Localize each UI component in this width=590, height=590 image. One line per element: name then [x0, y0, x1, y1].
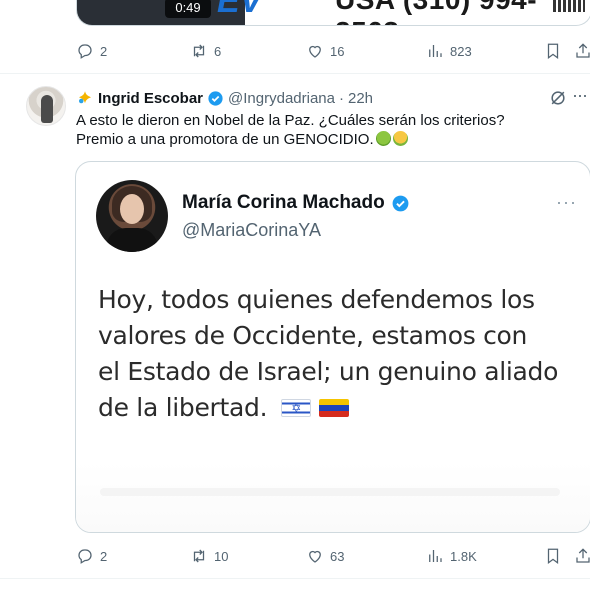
share-button[interactable]: [574, 41, 590, 61]
tweet-text: A esto le dieron en Nobel de la Paz. ¿Cu…: [76, 111, 576, 149]
views-icon: [429, 45, 442, 57]
like-button[interactable]: 16: [306, 41, 344, 61]
views-count: 823: [450, 43, 472, 59]
nauseated-face-icon: [375, 131, 391, 146]
bookmark-button[interactable]: [544, 41, 562, 61]
retweet-button[interactable]: 6: [190, 41, 221, 61]
reply-button[interactable]: 2: [76, 41, 107, 61]
quoted-more-icon: ···: [556, 192, 577, 212]
quoted-body-line-2: valores de Occidente, estamos con: [98, 321, 528, 350]
reply-count: 2: [100, 43, 108, 59]
quoted-avatar: [96, 180, 168, 252]
quoted-display-name: María Corina Machado: [182, 192, 385, 213]
retweet-icon: [193, 549, 205, 563]
tweet-header: Ingrid Escobar @Ingrydadriana · 22h: [76, 88, 373, 108]
retweet-count: 6: [214, 43, 222, 59]
verified-icon: [392, 195, 409, 211]
israel-flag-icon: [281, 399, 312, 417]
reply-button[interactable]: 2: [76, 546, 107, 566]
user-handle[interactable]: @Ingrydadriana: [228, 90, 335, 107]
tweet-text-line-2-text: Premio a una promotora de un GENOCIDIO.: [76, 131, 374, 148]
like-count: 16: [330, 43, 345, 59]
more-options-button[interactable]: ···: [572, 86, 590, 108]
share-button[interactable]: [574, 546, 590, 566]
timestamp[interactable]: 22h: [348, 90, 373, 107]
bookmark-icon: [547, 548, 559, 565]
previous-tweet-media[interactable]: EV 0:49 USA (310) 994-2563: [76, 0, 590, 26]
like-button[interactable]: 63: [306, 546, 344, 566]
grok-icon[interactable]: [548, 88, 568, 108]
quoted-name-row: María Corina Machado: [182, 192, 410, 214]
verified-icon: [208, 90, 223, 106]
tv-logo: EV: [217, 0, 263, 20]
phone-number-text: USA (310) 994-2563: [335, 0, 590, 25]
quoted-body-line-4-text: de la libertad.: [98, 393, 268, 422]
display-name[interactable]: Ingrid Escobar: [98, 90, 203, 107]
retweet-count: 10: [214, 548, 229, 564]
quoted-body-text: Hoy, todos quienes defendemos los valore…: [98, 282, 578, 426]
video-duration: 0:49: [165, 0, 211, 18]
tweet-text-line-2: Premio a una promotora de un GENOCIDIO.: [76, 130, 576, 149]
tweet-divider-bottom: [0, 578, 590, 579]
reply-icon: [78, 44, 92, 59]
retweet-icon: [193, 44, 205, 58]
bookmark-icon: [547, 43, 559, 60]
like-count: 63: [330, 548, 345, 564]
quoted-handle: @MariaCorinaYA: [182, 220, 321, 240]
views-button[interactable]: 1.8K: [426, 546, 477, 566]
tweet-media-image[interactable]: María Corina Machado @MariaCorinaYA ··· …: [75, 161, 590, 533]
views-button[interactable]: 823: [426, 41, 472, 61]
quoted-body-line-1: Hoy, todos quienes defendemos los: [98, 285, 535, 314]
views-icon: [429, 550, 442, 562]
views-count: 1.8K: [450, 548, 477, 564]
like-icon: [309, 550, 321, 563]
like-icon: [309, 45, 321, 58]
faded-content: [100, 488, 560, 496]
avatar-figure: [41, 95, 53, 123]
qr-code: [553, 0, 585, 12]
quoted-body-line-4: de la libertad.: [98, 390, 578, 426]
tweet-text-line-1: A esto le dieron en Nobel de la Paz. ¿Cu…: [76, 112, 505, 129]
quoted-body-line-3: el Estado de Israel; un genuino aliado: [98, 357, 559, 386]
avatar-face: [120, 194, 144, 224]
reply-count: 2: [100, 548, 108, 564]
vomiting-face-icon: [392, 131, 408, 146]
avatar-body: [106, 228, 158, 252]
retweet-button[interactable]: 10: [190, 546, 228, 566]
tweet-divider: [0, 73, 590, 74]
avatar[interactable]: [26, 86, 66, 126]
separator-dot: ·: [339, 89, 344, 107]
quoted-faded-area: [76, 462, 590, 532]
sparkle-icon: [79, 91, 91, 104]
bookmark-button[interactable]: [544, 546, 562, 566]
share-icon: [576, 548, 590, 563]
previous-tweet-actions: 2 6 16 823: [76, 41, 590, 61]
tweet-actions: 2 10 63 1.8K: [76, 546, 590, 566]
reply-icon: [78, 549, 92, 564]
venezuela-flag-icon: [319, 399, 350, 417]
share-icon: [576, 43, 590, 58]
